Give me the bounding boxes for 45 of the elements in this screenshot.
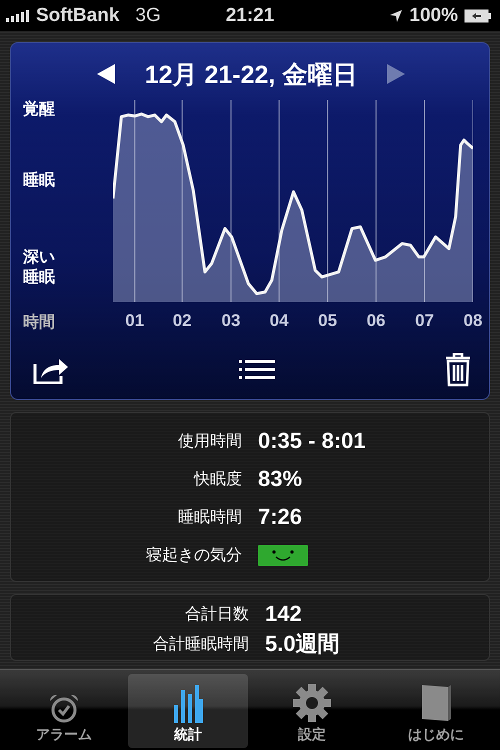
hour-label: 04 (270, 311, 289, 331)
battery-percent: 100% (409, 4, 458, 26)
stat-label: 合計睡眠時間 (152, 634, 249, 654)
clock-time: 21:21 (226, 4, 274, 26)
trash-icon[interactable] (445, 353, 471, 387)
stat-label: 合計日数 (184, 604, 249, 624)
signal-icon (6, 10, 30, 22)
tab-button[interactable]: アラーム (4, 674, 124, 748)
stat-label: 睡眠時間 (177, 508, 242, 528)
alarm-clock-icon (47, 693, 81, 723)
hour-label: 02 (172, 311, 192, 331)
list-icon[interactable] (239, 360, 275, 380)
stat-label: 寝起きの気分 (145, 546, 242, 566)
hour-label: 01 (125, 311, 144, 331)
previous-day-button[interactable] (96, 64, 115, 84)
stat-value: 5.0週間 (265, 630, 340, 658)
tab-button[interactable]: 統計 (128, 674, 248, 748)
gear-icon (292, 683, 332, 723)
stat-value: 7:26 (258, 504, 302, 530)
stat-label: 使用時間 (177, 432, 242, 452)
stat-value: 0:35 - 8:01 (258, 428, 366, 454)
stat-label: 快眠度 (192, 470, 242, 490)
axis-label: 時間 (23, 312, 56, 332)
hour-label: 03 (222, 311, 240, 331)
next-day-button[interactable] (387, 64, 406, 84)
sleep-level-label: 睡眠 (23, 171, 56, 191)
hour-label: 07 (415, 311, 434, 331)
battery-icon (464, 8, 492, 22)
stat-value: 142 (265, 601, 302, 627)
hour-label: 06 (366, 311, 386, 331)
smiley-face-icon (258, 544, 308, 566)
location-arrow-icon (389, 8, 404, 22)
carrier-name: SoftBank (36, 4, 120, 26)
tab-button[interactable]: 設定 (252, 674, 372, 748)
book-icon (420, 683, 452, 723)
sleep-level-label: 覚醒 (23, 100, 56, 120)
network-type: 3G (135, 4, 161, 26)
hour-label: 08 (464, 311, 482, 331)
hour-label: 05 (318, 311, 338, 331)
sleep-level-label: 深い睡眠 (23, 248, 56, 288)
tab-button[interactable]: はじめに (376, 674, 496, 748)
date-title: 12月 21-22, 金曜日 (144, 60, 358, 90)
bar-chart-icon (173, 685, 203, 723)
stat-value: 83% (258, 466, 302, 492)
share-icon[interactable] (33, 356, 69, 384)
